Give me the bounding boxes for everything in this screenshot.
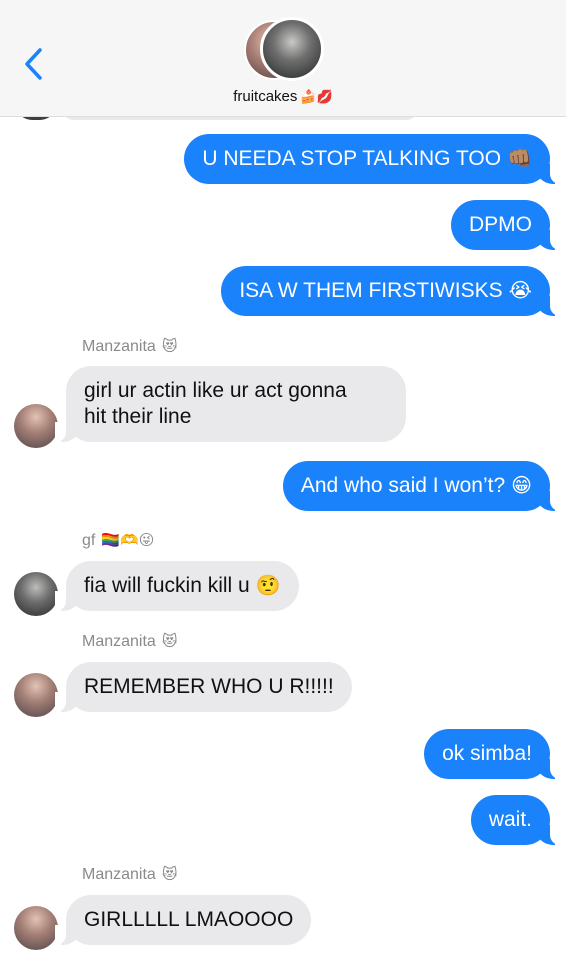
chevron-left-icon [25, 48, 42, 80]
sender-emoji: 😻 [161, 633, 178, 650]
group-name: fruitcakes [233, 88, 298, 105]
message-text-line: girl ur actin like ur act gonna [84, 379, 347, 402]
sender-name: Manzanita 😻 [82, 632, 177, 651]
message-text: wait. [488, 808, 532, 831]
message-bubble-incoming[interactable]: fia will fuckin kill u 🤨 [55, 561, 299, 611]
message-bubble-incoming[interactable]: girl ur actin like ur act gonna hit thei… [55, 366, 406, 442]
crying-emoji: 😭 [508, 280, 532, 302]
conversation-header: fruitcakes 🍰💋 [0, 0, 566, 117]
sender-label: Manzanita [82, 633, 156, 650]
fist-emoji: 👊🏽 [507, 148, 532, 170]
message-text: fia will fuckin kill u [84, 574, 250, 597]
sender-label: Manzanita [82, 338, 156, 355]
back-button[interactable] [22, 46, 46, 82]
sender-name: Manzanita 😻 [82, 865, 177, 884]
avatar[interactable] [14, 673, 58, 717]
group-name-emoji: 🍰💋 [300, 89, 333, 104]
sender-emoji: 😻 [161, 866, 178, 883]
grinning-emoji: 😁 [511, 475, 532, 497]
message-bubble-outgoing[interactable]: DPMO [451, 200, 561, 250]
message-text-line: hit their line [84, 405, 192, 428]
raised-eyebrow-emoji: 🤨 [255, 575, 281, 597]
message-text: DPMO [469, 213, 532, 236]
message-text: REMEMBER WHO U R!!!!! [84, 675, 334, 698]
message-text: ISA W THEM FIRSTIWISKS [239, 279, 503, 302]
message-text: GIRLLLLL LMAOOOO [84, 908, 294, 931]
sender-emoji: 🏳️‍🌈🫶😜 [101, 532, 155, 549]
message-bubble-incoming[interactable]: REMEMBER WHO U R!!!!! [55, 662, 352, 712]
sender-name: gf 🏳️‍🌈🫶😜 [82, 531, 154, 550]
message-bubble-outgoing[interactable]: wait. [470, 795, 562, 845]
message-bubble-incoming[interactable]: GIRLLLLL LMAOOOO [54, 895, 312, 945]
message-text: ok simba! [442, 742, 532, 765]
message-bubble-outgoing[interactable]: U NEEDA STOP TALKING TOO 👊🏽 [184, 134, 561, 184]
message-bubble-outgoing[interactable]: ok simba! [424, 729, 561, 779]
message-text: And who said I won’t? [300, 474, 506, 497]
sender-emoji: 😻 [161, 338, 178, 355]
message-text: U NEEDA STOP TALKING TOO [202, 147, 502, 170]
group-avatar-photo-front [260, 17, 324, 81]
group-name-row[interactable]: fruitcakes 🍰💋 [0, 88, 566, 105]
sender-name: Manzanita 😻 [82, 337, 177, 356]
message-bubble-outgoing[interactable]: And who said I won’t? 😁 [282, 461, 562, 511]
message-bubble-outgoing[interactable]: ISA W THEM FIRSTIWISKS 😭 [221, 266, 561, 316]
avatar[interactable] [14, 906, 58, 950]
sender-label: Manzanita [82, 866, 156, 883]
sender-label: gf [82, 532, 96, 549]
avatar[interactable] [14, 572, 58, 616]
group-avatar[interactable] [244, 17, 324, 81]
avatar[interactable] [14, 404, 58, 448]
